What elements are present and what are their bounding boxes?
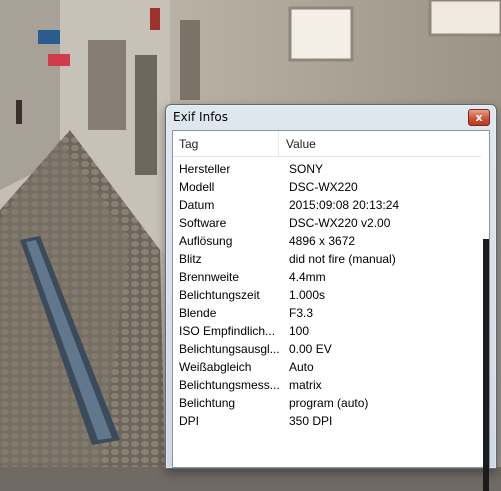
dialog-title: Exif Infos	[173, 110, 229, 124]
row-value: 4.4mm	[289, 270, 326, 284]
table-row[interactable]: Blende F3.3	[173, 304, 481, 322]
table-row[interactable]: ISO Empfindlich... 100	[173, 322, 481, 340]
row-value: DSC-WX220	[289, 180, 358, 194]
list-rows: Hersteller SONY Modell DSC-WX220 Datum 2015:0…	[173, 157, 481, 430]
row-tag: Modell	[179, 180, 215, 194]
table-row[interactable]: DPI 350 DPI	[173, 412, 481, 430]
row-tag: Software	[179, 216, 227, 230]
close-button[interactable]: x	[468, 109, 490, 126]
row-tag: Belichtung	[179, 396, 236, 410]
row-tag: Auflösung	[179, 234, 233, 248]
row-tag: Weißabgleich	[179, 360, 252, 374]
close-icon: x	[475, 111, 483, 124]
row-value: Auto	[289, 360, 314, 374]
row-value: 350 DPI	[289, 414, 333, 428]
table-row[interactable]: Modell DSC-WX220	[173, 178, 481, 196]
table-row[interactable]: Hersteller SONY	[173, 160, 481, 178]
row-value: F3.3	[289, 306, 314, 320]
table-row[interactable]: Datum 2015:09:08 20:13:24	[173, 196, 481, 214]
row-tag: Belichtungsausgl...	[179, 342, 280, 356]
row-tag: ISO Empfindlich...	[179, 324, 276, 338]
table-row[interactable]: Brennweite 4.4mm	[173, 268, 481, 286]
column-header-tag[interactable]: Tag	[173, 131, 279, 156]
row-value: matrix	[289, 378, 322, 392]
scrollbar[interactable]	[483, 239, 489, 491]
row-value: 1.000s	[289, 288, 326, 302]
list-header: Tag Value	[173, 131, 481, 157]
row-tag: DPI	[179, 414, 200, 428]
row-value: 2015:09:08 20:13:24	[289, 198, 400, 212]
exif-list-view[interactable]: Tag Value Hersteller SONY Modell DSC-WX220 D…	[172, 130, 490, 491]
row-value: did not fire (manual)	[289, 252, 396, 266]
table-row[interactable]: Belichtungszeit 1.000s	[173, 286, 481, 304]
row-tag: Brennweite	[179, 270, 240, 284]
row-tag: Blende	[179, 306, 217, 320]
row-value: 0.00 EV	[289, 342, 332, 356]
row-tag: Datum	[179, 198, 215, 212]
table-row[interactable]: Blitz did not fire (manual)	[173, 250, 481, 268]
table-row[interactable]: Weißabgleich Auto	[173, 358, 481, 376]
row-value: program (auto)	[289, 396, 369, 410]
table-row[interactable]: Auflösung 4896 x 3672	[173, 232, 481, 250]
row-value: DSC-WX220 v2.00	[289, 216, 391, 230]
row-tag: Belichtungszeit	[179, 288, 260, 302]
dialog-titlebar[interactable]: Exif Infos x	[166, 105, 496, 129]
row-value: 100	[289, 324, 310, 338]
row-value: 4896 x 3672	[289, 234, 356, 248]
row-tag: Blitz	[179, 252, 202, 266]
table-row[interactable]: Software DSC-WX220 v2.00	[173, 214, 481, 232]
row-value: SONY	[289, 162, 324, 176]
table-row[interactable]: Belichtungsmess... matrix	[173, 376, 481, 394]
table-row[interactable]: Belichtungsausgl... 0.00 EV	[173, 340, 481, 358]
table-row[interactable]: Belichtung program (auto)	[173, 394, 481, 412]
row-tag: Hersteller	[179, 162, 231, 176]
exif-dialog: Exif Infos x Tag Value Hersteller SONY Mod…	[165, 104, 497, 491]
column-header-value[interactable]: Value	[279, 131, 316, 156]
row-tag: Belichtungsmess...	[179, 378, 280, 392]
